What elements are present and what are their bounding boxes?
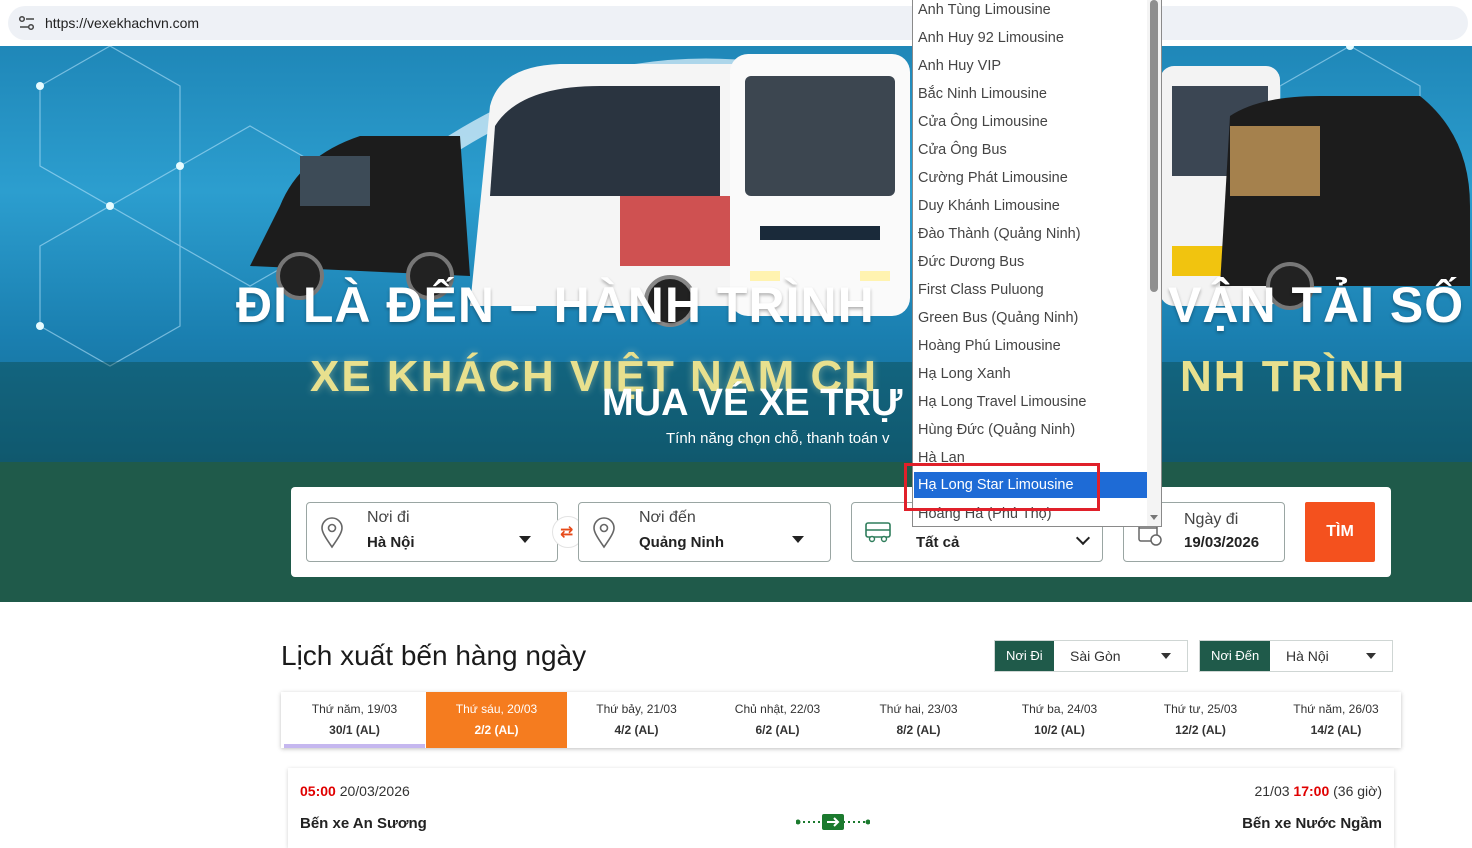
dropdown-option[interactable]: Anh Huy VIP: [914, 56, 1147, 80]
hero-title: MUA VÉ XE TRỰ: [602, 382, 903, 424]
scroll-down-arrow-icon[interactable]: [1150, 515, 1158, 520]
chevron-down-icon: [1161, 653, 1171, 659]
bus-icon: [865, 522, 891, 543]
day-tab-lunar: 10/2 (AL): [1034, 723, 1085, 737]
search-button[interactable]: TÌM: [1305, 502, 1375, 562]
day-tab-date: Thứ tư, 25/03: [1163, 702, 1238, 716]
dropdown-option[interactable]: Hùng Đức (Quảng Ninh): [914, 420, 1147, 444]
day-tab-date: Thứ năm, 19/03: [311, 702, 398, 716]
destination-label: Nơi đến: [639, 509, 696, 526]
day-tab-lunar: 4/2 (AL): [614, 723, 659, 737]
chevron-down-icon: [1075, 530, 1091, 546]
departure-time: 05:00: [300, 783, 336, 799]
location-pin-icon: [321, 517, 343, 549]
date-value: 19/03/2026: [1184, 534, 1260, 551]
to-station: Bến xe Nước Ngầm: [1242, 815, 1382, 832]
destination-value: Quảng Ninh: [639, 534, 724, 551]
day-tab[interactable]: Thứ tư, 25/03 12/2 (AL): [1130, 692, 1271, 748]
day-tab[interactable]: Thứ ba, 24/03 10/2 (AL): [989, 692, 1130, 748]
day-tab-lunar: 2/2 (AL): [474, 723, 519, 737]
chevron-down-icon: [1366, 653, 1376, 659]
browser-toolbar: https://vexekhachvn.com: [0, 0, 1472, 46]
day-tab-lunar: 12/2 (AL): [1175, 723, 1226, 737]
day-tab-date: Thứ năm, 26/03: [1293, 702, 1379, 716]
day-tab-date: Chủ nhật, 22/03: [734, 702, 821, 716]
day-tab-lunar: 8/2 (AL): [896, 723, 941, 737]
day-tab-date: Thứ ba, 24/03: [1021, 702, 1098, 716]
dropdown-option[interactable]: Green Bus (Quảng Ninh): [914, 308, 1147, 332]
departure-date: 20/03/2026: [339, 783, 410, 799]
origin-value: Hà Nội: [367, 534, 415, 551]
url-text[interactable]: https://vexekhachvn.com: [45, 15, 199, 31]
dropdown-option[interactable]: Đào Thành (Quảng Ninh): [914, 224, 1147, 248]
day-tab-lunar: 14/2 (AL): [1310, 723, 1362, 737]
day-tab[interactable]: Chủ nhật, 22/03 6/2 (AL): [707, 692, 848, 748]
hero-subtitle: Tính năng chọn chỗ, thanh toán v: [666, 430, 890, 447]
date-label: Ngày đi: [1184, 511, 1239, 528]
search-section: Nơi đi Hà Nội ⇄ Nơi đến Quảng Ninh Tất c…: [0, 462, 1472, 602]
schedule-title: Lịch xuất bến hàng ngày: [281, 640, 587, 671]
dropdown-option[interactable]: Cửa Ông Limousine: [914, 112, 1147, 136]
dropdown-option[interactable]: Hạ Long Xanh: [914, 364, 1147, 388]
chevron-down-icon: [792, 536, 804, 543]
trip-arrival: 21/03 17:00 (36 giờ): [1254, 783, 1382, 799]
dropdown-option[interactable]: Đức Dương Bus: [914, 252, 1147, 276]
day-tab-date: Thứ hai, 23/03: [879, 702, 958, 716]
route-arrow-icon: [796, 814, 870, 830]
origin-label: Nơi đi: [367, 509, 410, 526]
search-form: Nơi đi Hà Nội ⇄ Nơi đến Quảng Ninh Tất c…: [291, 487, 1391, 577]
day-tab[interactable]: Thứ năm, 26/03 14/2 (AL): [1271, 692, 1401, 748]
scrollbar-thumb[interactable]: [1150, 0, 1158, 292]
day-tab[interactable]: Thứ bảy, 21/03 4/2 (AL): [566, 692, 707, 748]
schedule-destination-filter[interactable]: Nơi Đến Hà Nội: [1199, 640, 1393, 672]
hero-slogan-right: VẬN TẢI SỐ: [1168, 277, 1465, 333]
trip-duration: (36 giờ): [1333, 783, 1382, 799]
address-bar[interactable]: https://vexekhachvn.com: [8, 6, 1468, 40]
highlight-box: [904, 463, 1100, 511]
arrival-date: 21/03: [1254, 783, 1290, 799]
origin-select[interactable]: Nơi đi Hà Nội: [306, 502, 558, 562]
origin-filter-value: Sài Gòn: [1070, 648, 1121, 664]
destination-filter-value: Hà Nội: [1286, 648, 1329, 664]
dropdown-option[interactable]: Cường Phát Limousine: [914, 168, 1147, 192]
schedule-origin-filter[interactable]: Nơi Đi Sài Gòn: [994, 640, 1188, 672]
dropdown-option[interactable]: Hạ Long Travel Limousine: [914, 392, 1147, 416]
swap-arrows-icon: ⇄: [560, 524, 574, 541]
day-tab-date: Thứ bảy, 21/03: [596, 702, 677, 716]
hero-subslogan-right: NH TRÌNH: [1180, 352, 1407, 401]
dropdown-option[interactable]: Duy Khánh Limousine: [914, 196, 1147, 220]
dropdown-scrollbar[interactable]: [1147, 0, 1161, 526]
origin-filter-tag: Nơi Đi: [995, 641, 1054, 671]
chevron-down-icon: [519, 536, 531, 543]
destination-filter-tag: Nơi Đến: [1200, 641, 1271, 671]
dropdown-option[interactable]: Bắc Ninh Limousine: [914, 84, 1147, 108]
dropdown-option[interactable]: Anh Huy 92 Limousine: [914, 28, 1147, 52]
location-pin-icon: [593, 517, 615, 549]
day-tabs: Thứ năm, 19/03 30/1 (AL) Thứ sáu, 20/03 …: [281, 692, 1401, 748]
destination-select[interactable]: Nơi đến Quảng Ninh: [578, 502, 831, 562]
operator-dropdown-list[interactable]: Anh Tùng Limousine Anh Huy 92 Limousine …: [912, 0, 1162, 527]
day-tab-lunar: 6/2 (AL): [755, 723, 800, 737]
dropdown-option[interactable]: Cửa Ông Bus: [914, 140, 1147, 164]
dropdown-option[interactable]: Hoàng Phú Limousine: [914, 336, 1147, 360]
day-tab[interactable]: Thứ hai, 23/03 8/2 (AL): [848, 692, 989, 748]
hero-banner: ĐI LÀ ĐẾN – HÀNH TRÌNH VẬN TẢI SỐ XE KHÁ…: [0, 46, 1472, 462]
operator-value: Tất cả: [916, 534, 960, 551]
from-station: Bến xe An Sương: [300, 815, 427, 832]
hero-slogan: ĐI LÀ ĐẾN – HÀNH TRÌNH: [236, 277, 875, 333]
site-settings-icon[interactable]: [18, 15, 36, 31]
trip-departure: 05:00 20/03/2026: [300, 783, 410, 799]
dropdown-option[interactable]: Anh Tùng Limousine: [914, 0, 1147, 24]
trip-card[interactable]: 05:00 20/03/2026 21/03 17:00 (36 giờ) Bế…: [288, 768, 1394, 848]
day-tab[interactable]: Thứ năm, 19/03 30/1 (AL): [284, 692, 425, 748]
day-tab-date: Thứ sáu, 20/03: [455, 702, 538, 716]
arrival-time: 17:00: [1293, 783, 1330, 799]
day-tab-lunar: 30/1 (AL): [329, 723, 380, 737]
dropdown-option[interactable]: First Class Puluong: [914, 280, 1147, 304]
day-tab-active[interactable]: Thứ sáu, 20/03 2/2 (AL): [426, 692, 567, 748]
